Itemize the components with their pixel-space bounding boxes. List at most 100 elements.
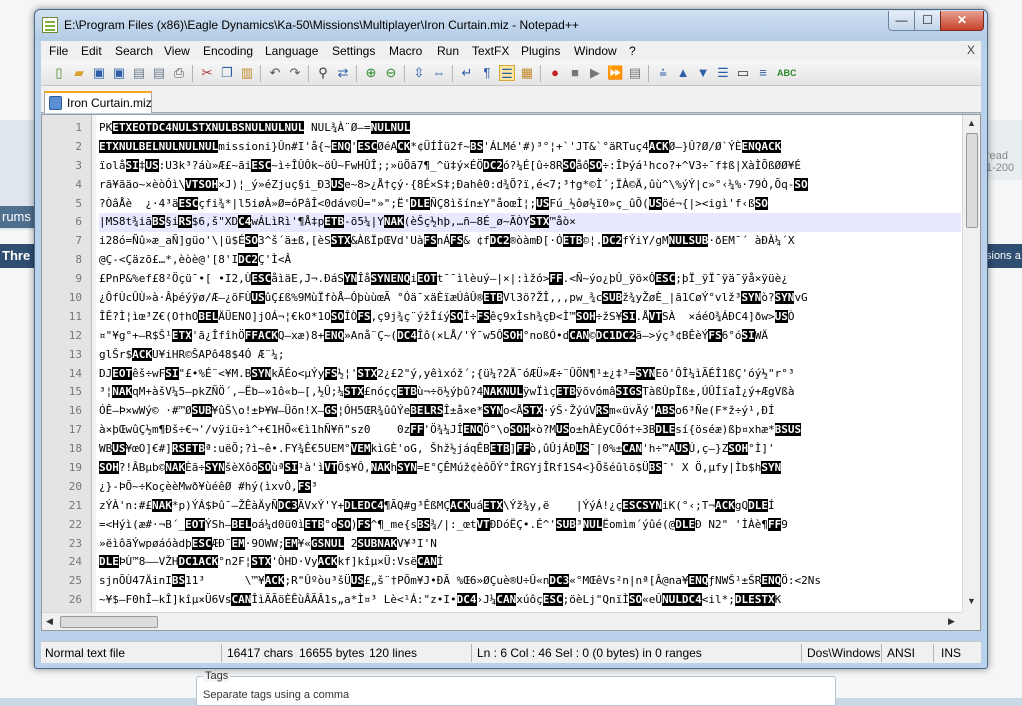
line-text[interactable]: ¿}-ÞÕ~÷KoçèèMwð¥ùéêØ #hý(ìxvÒ,FS³: [99, 478, 961, 497]
editor-line[interactable]: 4 rã¥ãäo~×èòÓì\VTSOH×J)¦_ý»éZjuç§i_Ð3USe~…: [42, 176, 962, 195]
editor-line[interactable]: 3 ïolåSI‡US:U3k³?áù»Æ£~ãiESC~ì÷ÎÛÔk~öÛ~Fw…: [42, 157, 962, 176]
editor-line[interactable]: 1 PKETXEOTDC4NULSTXNULBSNULNULNUL NUL¾À¨Ø…: [42, 119, 962, 138]
menu-run[interactable]: Run: [437, 44, 459, 58]
editor-line[interactable]: 13 glŠr$ACKU¥iHR©ŠAPô48$4Ó Æ¨¼;: [42, 346, 962, 365]
line-text[interactable]: WBUS¥œO]€#]RSETBª:uëÕ;?ì~ê•.FY¾Ê€5UEM°VE…: [99, 440, 961, 459]
line-text[interactable]: DLEÞÙ™8—–VŽHDC1ACK°n2F¦STX'ÒHD·VyACKkf]k…: [99, 553, 961, 572]
menu-view[interactable]: View: [164, 44, 190, 58]
save-all-icon[interactable]: ▣: [111, 65, 127, 81]
menu-language[interactable]: Language: [265, 44, 318, 58]
move-down-icon[interactable]: ▼: [695, 65, 711, 81]
copy-icon[interactable]: ❐: [219, 65, 235, 81]
editor-line[interactable]: 20 ¿}-ÞÕ~÷KoçèèMwð¥ùéêØ #hý(ìxvÒ,FS³: [42, 478, 962, 497]
close-icon[interactable]: ▤: [131, 65, 147, 81]
line-text[interactable]: ³¦NAKqM+àšV¼5–pkZÑÖ´,–Ëb–»1ô«b–[,½Û;¼STX…: [99, 383, 961, 402]
word-wrap-icon[interactable]: ↵: [459, 65, 475, 81]
vertical-scrollbar[interactable]: ▲ ▼: [962, 115, 980, 612]
cut-icon[interactable]: ✂: [199, 65, 215, 81]
tags-fieldset[interactable]: Tags Separate tags using a comma: [196, 670, 836, 706]
editor-line[interactable]: 18 WBUS¥œO]€#]RSETBª:uëÕ;?ì~ê•.FY¾Ê€5UEM°…: [42, 440, 962, 459]
show-all-chars-icon[interactable]: ¶: [479, 65, 495, 81]
menu-textfx[interactable]: TextFX: [472, 44, 509, 58]
text-editor[interactable]: 1 PKETXEOTDC4NULSTXNULBSNULNULNUL NUL¾À¨Ø…: [41, 114, 981, 631]
vertical-scroll-thumb[interactable]: [966, 133, 978, 228]
title-bar[interactable]: E:\Program Files (x86)\Eagle Dynamics\Ka…: [35, 10, 987, 41]
editor-line[interactable]: 19 SOH?!ÂBµb©NAKÈã÷SYNšèXôõSOùªSI¹à'ìVTÕ$…: [42, 459, 962, 478]
line-text[interactable]: ÓÊ–Þ×wWý© ·#™ØSUB¥ûŠ\o!±Þ¥W–Üõn!X–GS¦ÓH5…: [99, 402, 961, 421]
menu-window[interactable]: Window: [574, 44, 617, 58]
sync-horizontal-icon[interactable]: ⇔: [431, 65, 447, 81]
close-all-icon[interactable]: ▤: [151, 65, 167, 81]
editor-line[interactable]: 16 ÓÊ–Þ×wWý© ·#™ØSUB¥ûŠ\o!±Þ¥W–Üõn!X–GS¦Ó…: [42, 402, 962, 421]
editor-line[interactable]: 6 |MS8t¾iãBS§iRS$6,š"XDC4wÁLìRì'¶Å‡pETB-õ…: [42, 213, 962, 233]
print-icon[interactable]: ⎙: [171, 65, 187, 81]
scroll-left-icon[interactable]: ◀: [46, 616, 53, 627]
redo-icon[interactable]: ↷: [287, 65, 303, 81]
line-text[interactable]: zÝÀ'n:#£NAK*p)ÝÁ$Þû¯–ŽÊàÄyÑDC3ÃVxÝ'Y+DLE…: [99, 497, 961, 516]
editor-line[interactable]: 14 DJEOTêš÷wFSI"£•%É¨<¥M.BSYNkÃÉo<µÝyFS½¦…: [42, 365, 962, 384]
editor-line[interactable]: 15 ³¦NAKqM+àšV¼5–pkZÑÖ´,–Ëb–»1ô«b–[,½Û;¼S…: [42, 383, 962, 402]
save-macro-icon[interactable]: ▤: [627, 65, 643, 81]
play-macro-icon[interactable]: ▶: [587, 65, 603, 81]
stop-record-icon[interactable]: ■: [567, 65, 583, 81]
line-text[interactable]: DJEOTêš÷wFSI"£•%É¨<¥M.BSYNkÃÉo<µÝyFS½¦'S…: [99, 365, 961, 384]
open-file-icon[interactable]: ▰: [71, 65, 87, 81]
line-text[interactable]: i28ó=Ñû»æ_aÑ]güo'\|ü$ÉSO3^š´ä±ß,[èSSTX&À…: [99, 232, 961, 251]
maximize-button[interactable]: ☐: [914, 11, 941, 31]
horizontal-scroll-thumb[interactable]: [60, 616, 158, 628]
line-text[interactable]: @Ç-<Çäzõ£…*,èòè@'[8'IDC2Ç'Ì<Â: [99, 251, 961, 270]
user-lang-icon[interactable]: ▦: [519, 65, 535, 81]
save-icon[interactable]: ▣: [91, 65, 107, 81]
menu-macro[interactable]: Macro: [389, 44, 422, 58]
line-text[interactable]: ¤"¥g°+–R$Š¹ETX'ã¿ÎfîhÖFFACKQ–xæ)8+ENQ»An…: [99, 327, 961, 346]
spellcheck-icon[interactable]: ABC: [777, 65, 797, 81]
line-text[interactable]: sjnÕÙ47ÄinIBS11³ \™¥ACK;R"Ûºòu³šÜUS£„š¨†…: [99, 572, 961, 591]
scroll-down-icon[interactable]: ▼: [967, 596, 976, 606]
sort-icon[interactable]: ≡: [755, 65, 771, 81]
editor-line[interactable]: 10 ¿ÔfÙcÛÙ»à·Âþéýÿø/Æ–¿öFÙUSûÇ£ß%9MùÏfòÅ–…: [42, 289, 962, 308]
new-file-icon[interactable]: ▯: [51, 65, 67, 81]
zoom-in-icon[interactable]: ⊕: [363, 65, 379, 81]
line-text[interactable]: SOH?!ÂBµb©NAKÈã÷SYNšèXôõSOùªSI¹à'ìVTÕ$¥Ô…: [99, 459, 961, 478]
undo-icon[interactable]: ↶: [267, 65, 283, 81]
line-text[interactable]: ÎÊ?Ì¦ìœ³Z€(O†hOBELÄÜENO]jOÁ¬¦€kO*1OSOÎÒF…: [99, 308, 961, 327]
menu-edit[interactable]: Edit: [81, 44, 102, 58]
minimize-button[interactable]: —: [888, 11, 915, 31]
line-text[interactable]: £PnP&%ef£8²Öçü¯•[ •I2,ÙESCåìäE,J¬.ÐáSYNÎ…: [99, 270, 961, 289]
editor-line[interactable]: 22 =<Hýì(æ#·¬B´_EOTÝSh—BELoá¼d0ü0ìETB°oSO…: [42, 516, 962, 535]
editor-line[interactable]: 25 sjnÕÙ47ÄinIBS11³ \™¥ACK;R"Ûºòu³šÜUS£„š…: [42, 572, 962, 591]
notepadpp-app-icon[interactable]: [42, 17, 58, 33]
editor-line[interactable]: 7 i28ó=Ñû»æ_aÑ]güo'\|ü$ÉSO3^š´ä±ß,[èSSTX&…: [42, 232, 962, 251]
line-text[interactable]: ~¥$–F0hÎ–kÎ]kîµ×Ü6VsCANÎìÃÃöÈÊùÂÃÂ1s„a*Ì…: [99, 591, 961, 610]
record-macro-icon[interactable]: ●: [547, 65, 563, 81]
tab-iron-curtain[interactable]: Iron Curtain.miz: [44, 91, 152, 113]
menu-settings[interactable]: Settings: [332, 44, 375, 58]
menu-help[interactable]: ?: [629, 44, 636, 58]
menu-plugins[interactable]: Plugins: [521, 44, 560, 58]
zoom-out-icon[interactable]: ⊖: [383, 65, 399, 81]
paste-icon[interactable]: ▥: [239, 65, 255, 81]
line-text[interactable]: à×þŒwûÇ½m¶Ðš÷€¬'/vÿiü÷ì^+€1HÕ«€ì1hÑ¥ñ"sz…: [99, 421, 961, 440]
editor-line[interactable]: 2 ETXNULBELNULNULNULmissioni}Ûn#I'å{~ENQ'…: [42, 138, 962, 157]
editor-line[interactable]: 23 »ëìôãÝwpøáóàdþESCÆÐ¨EM·9OWW;EM¥«GSNUL …: [42, 535, 962, 554]
line-text[interactable]: ¿ÔfÙcÛÙ»à·Âþéýÿø/Æ–¿öFÙUSûÇ£ß%9MùÏfòÅ–Óþ…: [99, 289, 961, 308]
line-text[interactable]: rã¥ãäo~×èòÓì\VTSOH×J)¦_ý»éZjuç§i_Ð3USe~8…: [99, 176, 961, 195]
sync-vertical-icon[interactable]: ⇳: [411, 65, 427, 81]
close-window-button[interactable]: ✕: [940, 11, 984, 31]
move-up-icon[interactable]: ▲: [675, 65, 691, 81]
editor-line[interactable]: 24 DLEÞÙ™8—–VŽHDC1ACK°n2F¦STX'ÒHD·VyACKkf…: [42, 553, 962, 572]
play-multiple-icon[interactable]: ⏩: [607, 65, 623, 81]
editor-line[interactable]: 5 ?ÒâÅè ¿·4³äESCçfi¾*|l5iøÀ»Ø=óPâÎ<0dáv©Û…: [42, 195, 962, 214]
scroll-up-icon[interactable]: ▲: [967, 118, 976, 128]
editor-line[interactable]: 21 zÝÀ'n:#£NAK*p)ÝÁ$Þû¯–ŽÊàÄyÑDC3ÃVxÝ'Y+D…: [42, 497, 962, 516]
line-text[interactable]: ?ÒâÅè ¿·4³äESCçfi¾*|l5iøÀ»Ø=óPâÎ<0dáv©Û=…: [99, 195, 961, 214]
editor-line[interactable]: 8 @Ç-<Çäzõ£…*,èòè@'[8'IDC2Ç'Ì<Â: [42, 251, 962, 270]
line-text[interactable]: PKETXEOTDC4NULSTXNULBSNULNULNUL NUL¾À¨Ø–…: [99, 119, 961, 138]
horizontal-scrollbar[interactable]: ◀ ▶: [42, 612, 962, 630]
editor-line[interactable]: 9 £PnP&%ef£8²Öçü¯•[ •I2,ÙESCåìäE,J¬.ÐáSYN…: [42, 270, 962, 289]
menu-encoding[interactable]: Encoding: [203, 44, 253, 58]
menu-file[interactable]: File: [49, 44, 68, 58]
find-icon[interactable]: ⚲: [315, 65, 331, 81]
menu-search[interactable]: Search: [115, 44, 153, 58]
trim-icon[interactable]: ⩮: [655, 65, 671, 81]
